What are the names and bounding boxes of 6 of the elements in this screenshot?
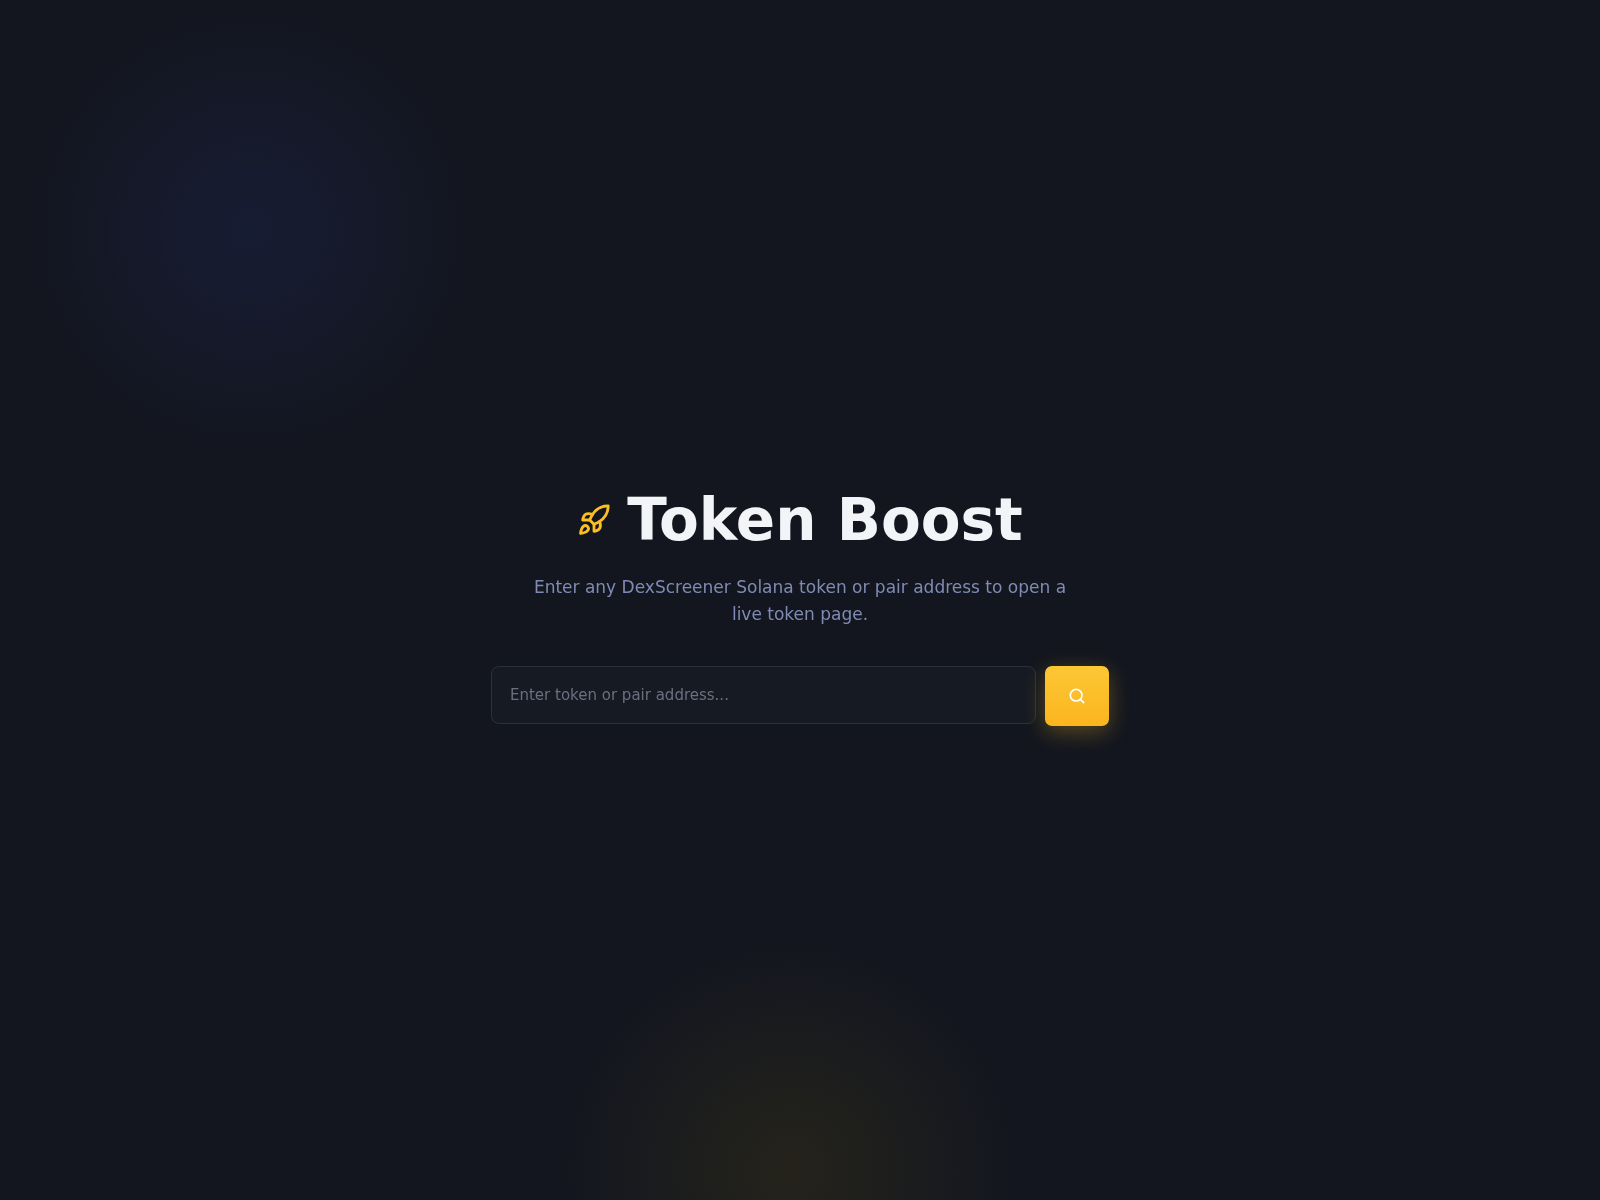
search-button[interactable] (1045, 666, 1109, 726)
address-field[interactable]: Enter token or pair address... (491, 666, 1036, 724)
search-icon (1067, 686, 1087, 706)
page-title: Token Boost (627, 485, 1023, 556)
rocket-icon (577, 503, 612, 537)
page-subtitle: Enter any DexScreener Solana token or pair address to open a live token page. (532, 576, 1068, 626)
